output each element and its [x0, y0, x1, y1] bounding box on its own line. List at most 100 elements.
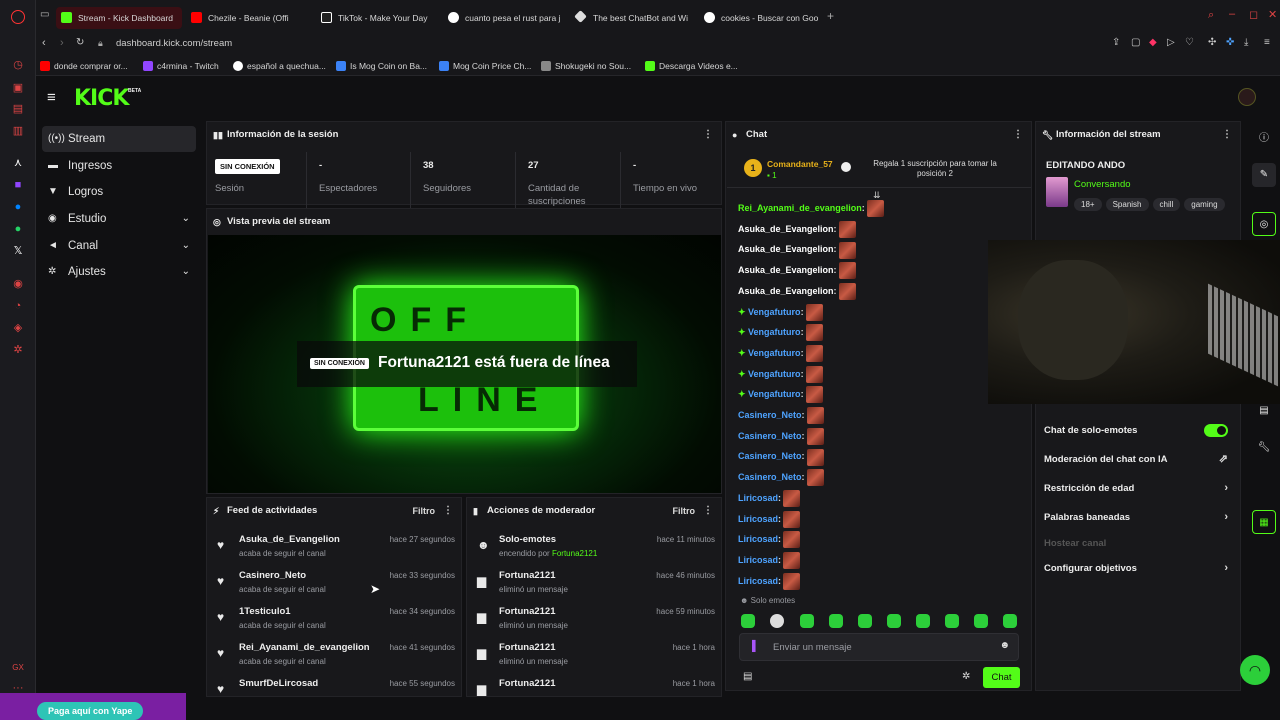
- filter-button[interactable]: Filtro: [673, 498, 696, 524]
- chat-username[interactable]: Vengafuturo: [748, 307, 801, 317]
- messenger-icon[interactable]: ●: [10, 199, 26, 215]
- edit-icon[interactable]: ✎: [1252, 163, 1276, 187]
- nav-item-ingresos[interactable]: ▬ Ingresos: [42, 153, 196, 179]
- emote-image[interactable]: [783, 489, 801, 507]
- chat-username[interactable]: Asuka_de_Evangelion: [738, 244, 834, 254]
- tab-chatbot[interactable]: The best ChatBot and Wi: [571, 7, 693, 29]
- clapperboard-icon[interactable]: ▦: [1252, 510, 1276, 534]
- mod-user[interactable]: Fortuna2121: [499, 642, 556, 653]
- shield-icon[interactable]: ◆: [1149, 37, 1157, 48]
- setting-age-restriction[interactable]: Restricción de edad ›: [1036, 474, 1236, 503]
- setting-ai-moderation[interactable]: Moderación del chat con IA ⇗: [1036, 445, 1236, 474]
- emote-image[interactable]: [838, 262, 856, 280]
- emote-button[interactable]: [887, 614, 901, 628]
- hamburger-menu-icon[interactable]: ≡: [47, 89, 56, 106]
- nav-item-logros[interactable]: ▼ Logros: [42, 179, 196, 205]
- emote-image[interactable]: [838, 220, 856, 238]
- snapshot-icon[interactable]: ▢: [1131, 37, 1140, 48]
- bookmark-item[interactable]: c4rmina - Twitch: [143, 59, 219, 73]
- tab-google-cookies[interactable]: cookies - Buscar con Goo: [699, 7, 821, 29]
- chat-username[interactable]: Casinero_Neto: [738, 431, 802, 441]
- emote-only-toggle[interactable]: [1204, 424, 1228, 437]
- kick-logo[interactable]: KICK: [74, 86, 129, 111]
- tab-youtube[interactable]: Chezile - Beanie (Offi: [186, 7, 306, 29]
- mod-user[interactable]: Fortuna2121: [499, 678, 556, 689]
- x-twitter-icon[interactable]: 𝕏: [10, 243, 26, 259]
- emote-button[interactable]: [741, 614, 755, 628]
- url-text[interactable]: dashboard.kick.com/stream: [116, 38, 232, 49]
- chat-username[interactable]: Vengafuturo: [748, 369, 801, 379]
- emote-image[interactable]: [805, 324, 823, 342]
- bookmark-item[interactable]: Is Mog Coin on Ba...: [336, 59, 427, 73]
- bag-icon[interactable]: ▤: [10, 101, 26, 117]
- gx-icon[interactable]: GX: [10, 660, 26, 676]
- send-chat-button[interactable]: Chat: [983, 667, 1020, 688]
- aria-icon[interactable]: ⋏: [10, 155, 26, 171]
- emote-image[interactable]: [806, 407, 824, 425]
- emote-image[interactable]: [805, 386, 823, 404]
- feed-user[interactable]: Asuka_de_Evangelion: [239, 534, 340, 545]
- bookmark-item[interactable]: Shokugeki no Sou...: [541, 59, 631, 73]
- emote-button[interactable]: [945, 614, 959, 628]
- settings-icon[interactable]: ✲: [10, 342, 26, 358]
- more-options-icon[interactable]: ⋮: [443, 498, 453, 524]
- more-options-icon[interactable]: ⋮: [703, 122, 713, 148]
- preview-toggle-icon[interactable]: ◎: [1252, 212, 1276, 236]
- emote-image[interactable]: [805, 365, 823, 383]
- chat-username[interactable]: Liricosad: [738, 576, 778, 586]
- emote-image[interactable]: [806, 427, 824, 445]
- tab-kick[interactable]: Stream - Kick Dashboard: [56, 7, 182, 29]
- more-options-icon[interactable]: ⋮: [703, 498, 713, 524]
- clock-icon[interactable]: ◔: [10, 298, 26, 314]
- more-options-icon[interactable]: ⋮: [1222, 122, 1232, 148]
- chat-username[interactable]: Casinero_Neto: [738, 410, 802, 420]
- opera-logo-icon[interactable]: [11, 10, 25, 24]
- tab-manager-icon[interactable]: ▭: [40, 9, 49, 20]
- yape-button[interactable]: Paga aquí con Yape: [37, 702, 144, 720]
- chat-username[interactable]: Vengafuturo: [748, 348, 801, 358]
- setting-banned-words[interactable]: Palabras baneadas ›: [1036, 503, 1236, 532]
- briefcase-icon[interactable]: ▣: [10, 80, 26, 96]
- chat-username[interactable]: Rei_Ayanami_de_evangelion: [738, 203, 862, 213]
- tab-tiktok[interactable]: TikTok - Make Your Day: [316, 7, 436, 29]
- emote-image[interactable]: [806, 448, 824, 466]
- emote-button[interactable]: [829, 614, 843, 628]
- emote-image[interactable]: [783, 510, 801, 528]
- emote-image[interactable]: [783, 531, 801, 549]
- feed-user[interactable]: Casinero_Neto: [239, 570, 306, 581]
- emote-button[interactable]: [770, 614, 784, 628]
- forward-icon[interactable]: ›: [60, 37, 64, 49]
- support-headset-icon[interactable]: ◠: [1240, 655, 1270, 685]
- emoji-picker-icon[interactable]: ☻: [999, 640, 1010, 651]
- nav-item-ajustes[interactable]: ✲ Ajustes ⌄: [42, 259, 196, 285]
- chat-username[interactable]: Casinero_Neto: [738, 472, 802, 482]
- chat-username[interactable]: Asuka_de_Evangelion: [738, 265, 834, 275]
- player-icon[interactable]: ◉: [10, 276, 26, 292]
- emote-button[interactable]: [974, 614, 988, 628]
- bookmark-item[interactable]: español a quechua...: [233, 59, 326, 73]
- chat-input[interactable]: ▌ Enviar un mensaje ☻: [739, 633, 1019, 661]
- mod-user[interactable]: Fortuna2121: [552, 549, 597, 558]
- setting-goals[interactable]: Configurar objetivos ›: [1036, 554, 1236, 583]
- chat-scrollbar[interactable]: [1031, 562, 1032, 586]
- emote-image[interactable]: [805, 303, 823, 321]
- chat-username[interactable]: Liricosad: [738, 534, 778, 544]
- emote-button[interactable]: [1003, 614, 1017, 628]
- twitch-icon[interactable]: ■: [10, 177, 26, 193]
- whatsapp-icon[interactable]: ●: [10, 221, 26, 237]
- emote-image[interactable]: [805, 345, 823, 363]
- chat-username[interactable]: Liricosad: [738, 493, 778, 503]
- maximize-icon[interactable]: ◻: [1249, 8, 1258, 21]
- menu-icon[interactable]: ≡: [1264, 37, 1270, 48]
- nav-item-estudio[interactable]: ◉ Estudio ⌄: [42, 206, 196, 232]
- avatar[interactable]: [1238, 88, 1256, 106]
- chat-username[interactable]: Casinero_Neto: [738, 451, 802, 461]
- leader-user[interactable]: Comandante_57: [767, 159, 833, 169]
- feed-user[interactable]: SmurfDeLircosad: [239, 678, 318, 689]
- bookmark-item[interactable]: Mog Coin Price Ch...: [439, 59, 531, 73]
- history-icon[interactable]: ◷: [10, 57, 26, 73]
- bookmark-item[interactable]: Descarga Videos e...: [645, 59, 738, 73]
- chat-username[interactable]: Vengafuturo: [748, 389, 801, 399]
- tab-google-rust[interactable]: cuanto pesa el rust para j: [443, 7, 563, 29]
- emote-image[interactable]: [783, 552, 801, 570]
